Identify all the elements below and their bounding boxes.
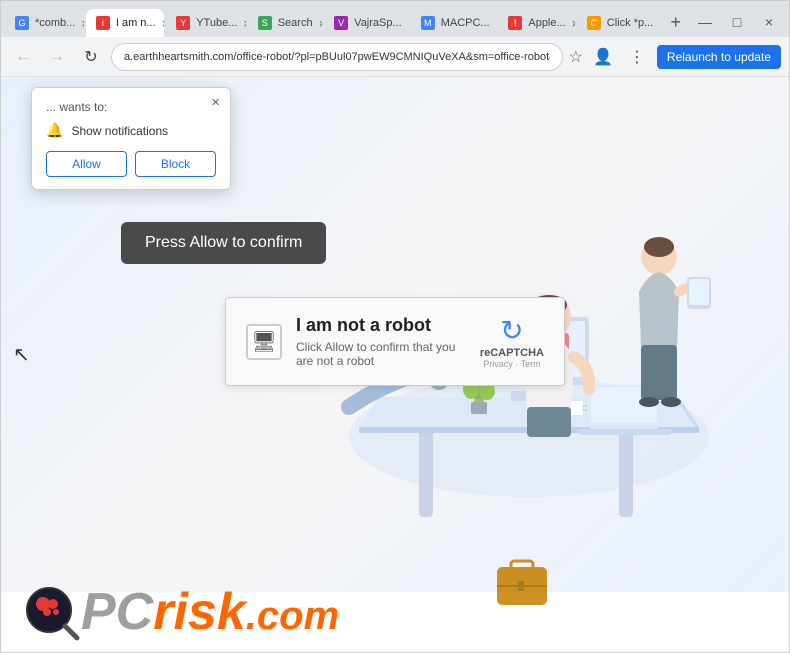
tab-label-1: *comb... xyxy=(35,17,75,29)
minimize-button[interactable]: — xyxy=(691,8,719,36)
recaptcha-links: Privacy · Term xyxy=(483,359,540,369)
pcrisk-risk-text: risk xyxy=(153,586,246,638)
pcrisk-text-group: PCrisk.com xyxy=(81,586,339,639)
content-area: × ... wants to: 🔔 Show notifications All… xyxy=(1,77,789,652)
profile-button[interactable]: 👤 xyxy=(589,43,617,71)
pcrisk-magnifier-icon xyxy=(21,582,81,642)
tab-close-7[interactable]: × xyxy=(572,16,575,31)
popup-permission-row: 🔔 Show notifications xyxy=(46,122,216,139)
link-separator: · xyxy=(515,359,518,369)
tab-close-1[interactable]: × xyxy=(81,16,83,31)
tab-close-5[interactable]: × xyxy=(408,16,409,31)
tab-close-4[interactable]: × xyxy=(319,16,323,31)
tab-macpc[interactable]: M MACPC... × xyxy=(411,9,497,37)
popup-buttons: Allow Block xyxy=(46,151,216,177)
tab-comb[interactable]: G *comb... × xyxy=(5,9,84,37)
pcrisk-dotcom-text: .com xyxy=(246,594,339,639)
recaptcha-title: I am not a robot xyxy=(296,315,466,336)
monitor-icon: 🖥 xyxy=(251,329,276,354)
relaunch-button[interactable]: Relaunch to update xyxy=(657,45,781,69)
browser-frame: G *comb... × i I am n... × Y YTube... × … xyxy=(0,0,790,653)
privacy-link[interactable]: Privacy xyxy=(483,359,513,369)
profile-icon: 👤 xyxy=(593,47,613,67)
tab-label-5: VajraSp... xyxy=(354,17,402,29)
recaptcha-logo-icon: ↻ xyxy=(500,314,523,347)
reload-icon: ↻ xyxy=(84,47,97,67)
popup-wants-text: ... wants to: xyxy=(46,100,216,114)
tab-click[interactable]: C Click *p... × xyxy=(577,9,661,37)
tab-close-2[interactable]: × xyxy=(162,16,165,31)
recaptcha-subtitle: Click Allow to confirm that you are not … xyxy=(296,340,466,368)
tab-favicon-6: M xyxy=(421,16,435,30)
recaptcha-box: 🖥 I am not a robot Click Allow to confir… xyxy=(225,297,565,386)
back-button[interactable]: ← xyxy=(9,43,37,71)
tab-favicon-1: G xyxy=(15,16,29,30)
tab-ytube[interactable]: Y YTube... × xyxy=(166,9,246,37)
address-bar-row: ← → ↻ ☆ 👤 ⋮ Relaunch to update xyxy=(1,37,789,77)
popup-close-button[interactable]: × xyxy=(211,94,220,111)
recaptcha-checkbox[interactable]: 🖥 xyxy=(246,324,282,360)
toolbar-icons: 👤 ⋮ xyxy=(589,43,651,71)
bell-icon: 🔔 xyxy=(46,122,63,139)
forward-icon: → xyxy=(49,48,65,66)
pcrisk-pc-text: PC xyxy=(81,586,153,638)
tab-favicon-5: V xyxy=(334,16,348,30)
notification-popup: × ... wants to: 🔔 Show notifications All… xyxy=(31,87,231,190)
tab-search[interactable]: S Search × xyxy=(248,9,322,37)
back-icon: ← xyxy=(15,48,31,66)
forward-button[interactable]: → xyxy=(43,43,71,71)
tab-label-3: YTube... xyxy=(196,17,237,29)
recaptcha-logo: ↻ reCAPTCHA Privacy · Term xyxy=(480,314,544,369)
new-tab-button[interactable]: + xyxy=(662,12,689,33)
pcrisk-logo: PCrisk.com xyxy=(21,582,339,642)
tab-favicon-2: i xyxy=(96,16,110,30)
allow-button[interactable]: Allow xyxy=(46,151,127,177)
recaptcha-brand-text: reCAPTCHA xyxy=(480,347,544,359)
tab-vajra[interactable]: V VajraSp... × xyxy=(324,9,409,37)
address-input[interactable] xyxy=(111,43,563,71)
permission-label: Show notifications xyxy=(71,124,168,138)
tab-close-3[interactable]: × xyxy=(243,16,245,31)
tab-bar: G *comb... × i I am n... × Y YTube... × … xyxy=(1,1,789,37)
menu-button[interactable]: ⋮ xyxy=(623,43,651,71)
tab-robot[interactable]: i I am n... × xyxy=(86,9,164,37)
recaptcha-text-block: I am not a robot Click Allow to confirm … xyxy=(296,315,466,368)
tab-label-4: Search xyxy=(278,17,313,29)
tab-apple[interactable]: ! Apple... × xyxy=(498,9,574,37)
tab-close-6[interactable]: × xyxy=(496,16,497,31)
tab-close-8[interactable]: × xyxy=(659,16,660,31)
tab-favicon-7: ! xyxy=(508,16,522,30)
tab-favicon-8: C xyxy=(587,16,601,30)
menu-icon: ⋮ xyxy=(629,47,645,67)
maximize-button[interactable]: □ xyxy=(723,8,751,36)
tab-favicon-4: S xyxy=(258,16,272,30)
tab-favicon-3: Y xyxy=(176,16,190,30)
star-icon: ☆ xyxy=(569,47,583,67)
tab-label-7: Apple... xyxy=(528,17,565,29)
terms-link[interactable]: Term xyxy=(521,359,541,369)
close-window-button[interactable]: × xyxy=(755,8,783,36)
tab-label-6: MACPC... xyxy=(441,17,490,29)
tab-label-8: Click *p... xyxy=(607,17,653,29)
tab-label-2: I am n... xyxy=(116,17,156,29)
reload-button[interactable]: ↻ xyxy=(77,43,105,71)
block-button[interactable]: Block xyxy=(135,151,216,177)
